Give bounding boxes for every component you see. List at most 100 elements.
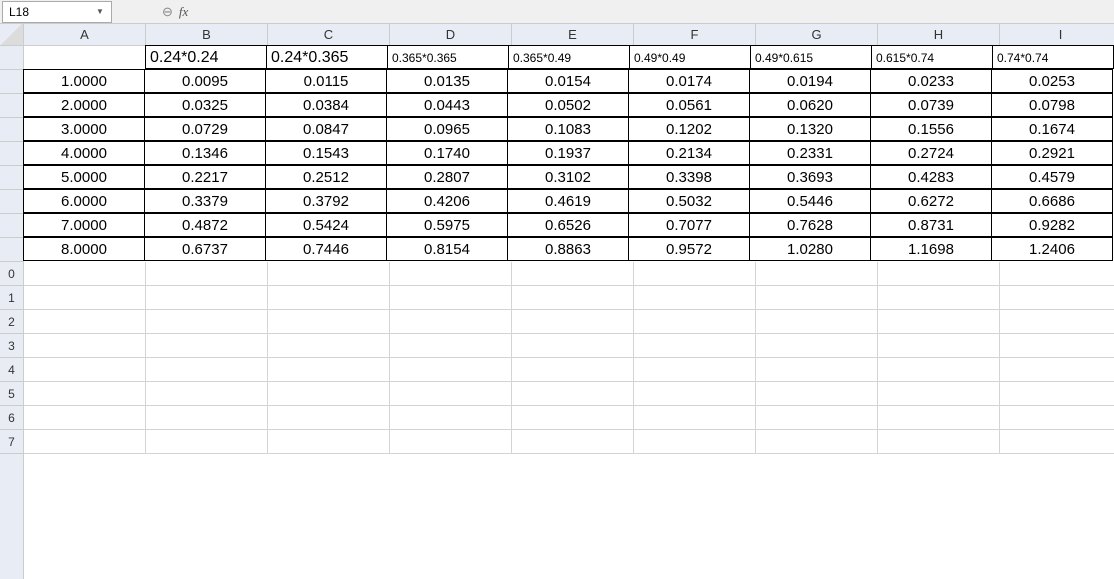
cell[interactable]: 0.365*0.49 <box>508 45 630 69</box>
cell[interactable] <box>146 310 268 334</box>
cell[interactable] <box>512 334 634 358</box>
name-box[interactable]: L18 ▼ <box>2 1 112 23</box>
cell[interactable]: 0.3379 <box>144 189 266 213</box>
cell[interactable]: 0.0095 <box>144 69 266 93</box>
cell[interactable]: 0.0739 <box>870 93 992 117</box>
column-header[interactable]: H <box>878 24 1000 45</box>
cell[interactable] <box>756 358 878 382</box>
cell[interactable] <box>878 334 1000 358</box>
cell[interactable] <box>24 46 146 70</box>
cell[interactable]: 0.0502 <box>507 93 629 117</box>
cell[interactable]: 0.49*0.49 <box>629 45 751 69</box>
cell[interactable] <box>634 382 756 406</box>
column-header[interactable]: C <box>268 24 390 45</box>
cell[interactable]: 0.24*0.365 <box>266 45 388 69</box>
cell[interactable]: 0.9572 <box>628 237 750 261</box>
cell[interactable] <box>24 286 146 310</box>
cell[interactable]: 0.0154 <box>507 69 629 93</box>
cell[interactable] <box>634 334 756 358</box>
cell[interactable] <box>634 286 756 310</box>
cell[interactable] <box>1000 310 1114 334</box>
cell[interactable]: 4.0000 <box>23 141 145 165</box>
cell[interactable]: 0.0561 <box>628 93 750 117</box>
cell[interactable] <box>268 358 390 382</box>
fx-label[interactable]: fx <box>179 4 188 20</box>
cell[interactable] <box>390 286 512 310</box>
cell[interactable] <box>634 310 756 334</box>
cell[interactable]: 0.0115 <box>265 69 387 93</box>
row-header[interactable]: 4 <box>0 358 23 382</box>
cell[interactable] <box>146 406 268 430</box>
cell[interactable]: 0.3102 <box>507 165 629 189</box>
row-header[interactable]: 6 <box>0 406 23 430</box>
cell[interactable] <box>756 334 878 358</box>
cell[interactable] <box>512 310 634 334</box>
cell[interactable] <box>146 430 268 454</box>
cell[interactable] <box>24 358 146 382</box>
cell[interactable] <box>390 310 512 334</box>
cell[interactable]: 0.24*0.24 <box>145 45 267 69</box>
cell[interactable]: 0.2331 <box>749 141 871 165</box>
cell[interactable]: 0.0233 <box>870 69 992 93</box>
cell[interactable] <box>1000 262 1114 286</box>
cell[interactable]: 0.5975 <box>386 213 508 237</box>
cell[interactable]: 0.0174 <box>628 69 750 93</box>
cell[interactable] <box>512 358 634 382</box>
cell[interactable]: 0.49*0.615 <box>750 45 872 69</box>
cell[interactable] <box>878 406 1000 430</box>
cell[interactable] <box>1000 286 1114 310</box>
cell[interactable]: 0.7077 <box>628 213 750 237</box>
row-header[interactable] <box>0 166 23 190</box>
row-header[interactable]: 1 <box>0 286 23 310</box>
cell[interactable] <box>878 262 1000 286</box>
cell[interactable] <box>1000 358 1114 382</box>
cell[interactable]: 0.6686 <box>991 189 1113 213</box>
cell[interactable] <box>1000 382 1114 406</box>
cell[interactable]: 0.4206 <box>386 189 508 213</box>
row-header[interactable] <box>0 46 23 70</box>
cell[interactable] <box>390 358 512 382</box>
cell[interactable] <box>390 406 512 430</box>
cell[interactable] <box>878 310 1000 334</box>
cell[interactable] <box>1000 406 1114 430</box>
cell[interactable] <box>390 262 512 286</box>
cell[interactable]: 1.1698 <box>870 237 992 261</box>
cell[interactable] <box>756 262 878 286</box>
cell[interactable]: 0.6272 <box>870 189 992 213</box>
cell[interactable]: 0.1674 <box>991 117 1113 141</box>
cell[interactable]: 0.1543 <box>265 141 387 165</box>
cell[interactable]: 6.0000 <box>23 189 145 213</box>
cell[interactable]: 0.0443 <box>386 93 508 117</box>
cell[interactable] <box>146 334 268 358</box>
cell[interactable]: 7.0000 <box>23 213 145 237</box>
cell[interactable] <box>146 262 268 286</box>
cell[interactable] <box>512 262 634 286</box>
cell[interactable]: 0.0253 <box>991 69 1113 93</box>
cell[interactable]: 1.0280 <box>749 237 871 261</box>
cell[interactable] <box>24 382 146 406</box>
row-header[interactable] <box>0 214 23 238</box>
row-header[interactable] <box>0 70 23 94</box>
row-header[interactable] <box>0 94 23 118</box>
cell[interactable] <box>268 334 390 358</box>
formula-input-area[interactable]: ⊖ fx <box>162 4 188 20</box>
cell[interactable]: 0.3792 <box>265 189 387 213</box>
cell[interactable] <box>878 358 1000 382</box>
cell[interactable] <box>512 406 634 430</box>
cell[interactable] <box>146 286 268 310</box>
cell[interactable]: 0.0620 <box>749 93 871 117</box>
cell[interactable] <box>878 382 1000 406</box>
cell[interactable]: 0.6737 <box>144 237 266 261</box>
cell[interactable] <box>634 430 756 454</box>
cell[interactable]: 0.5032 <box>628 189 750 213</box>
cell[interactable] <box>24 262 146 286</box>
cell[interactable] <box>24 334 146 358</box>
column-header[interactable]: G <box>756 24 878 45</box>
cell[interactable] <box>756 382 878 406</box>
row-header[interactable] <box>0 238 23 262</box>
cell[interactable] <box>268 406 390 430</box>
cell[interactable]: 0.615*0.74 <box>871 45 993 69</box>
column-header[interactable]: D <box>390 24 512 45</box>
cell[interactable]: 0.74*0.74 <box>992 45 1114 69</box>
cell[interactable] <box>512 286 634 310</box>
